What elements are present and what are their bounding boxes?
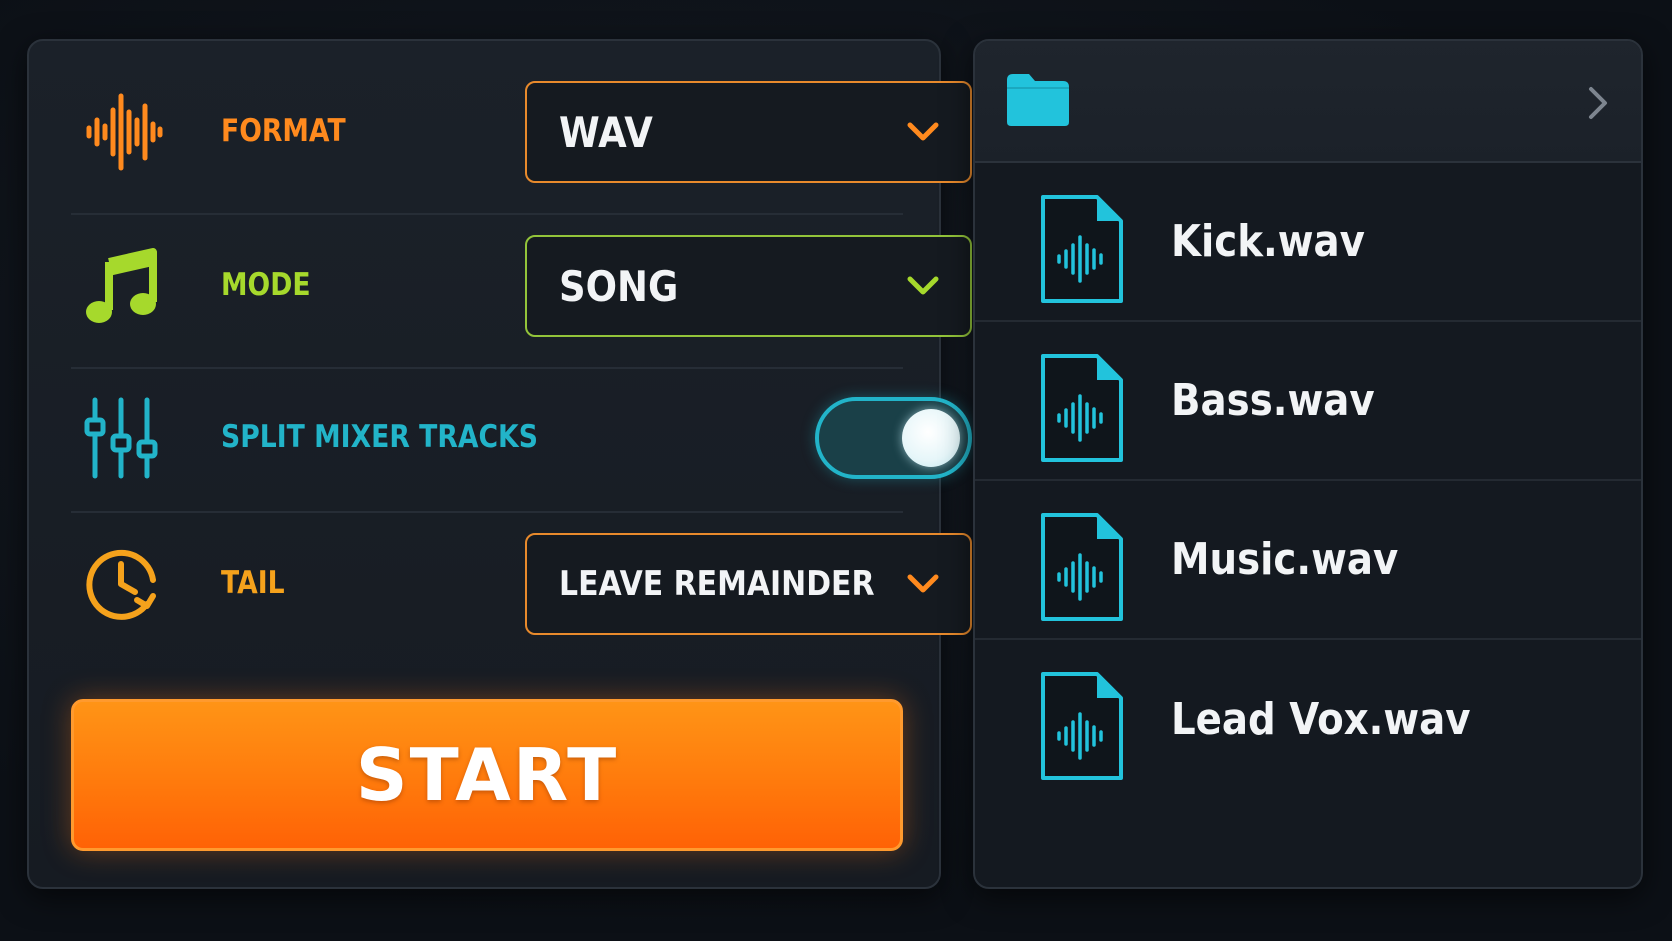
tail-label: TAIL <box>221 565 285 601</box>
export-settings-panel: FORMAT WAV MODE SONG SPLIT MIXER TRACKS … <box>27 39 972 889</box>
folder-icon[interactable] <box>1005 72 1071 128</box>
split-mixer-tracks-row: SPLIT MIXER TRACKS <box>71 393 972 483</box>
file-list: Kick.wav Bass.wav Music.wav Lead Vox.wav <box>975 163 1641 799</box>
tail-row: TAIL LEAVE REMAINDER <box>71 533 972 635</box>
format-dropdown[interactable]: WAV <box>525 81 972 183</box>
file-browser-header <box>975 41 1641 163</box>
mode-row: MODE SONG <box>71 235 972 337</box>
row-divider <box>71 367 903 369</box>
tail-value: LEAVE REMAINDER <box>559 564 875 604</box>
audio-file-icon <box>1039 511 1125 623</box>
audio-file-icon <box>1039 193 1125 305</box>
file-item[interactable]: Kick.wav <box>975 163 1641 322</box>
file-browser-panel: Kick.wav Bass.wav Music.wav Lead Vox.wav <box>973 39 1643 889</box>
file-item[interactable]: Lead Vox.wav <box>975 640 1641 799</box>
format-row: FORMAT WAV <box>71 81 972 183</box>
mode-label: MODE <box>221 267 311 303</box>
split-mixer-tracks-label: SPLIT MIXER TRACKS <box>221 419 538 455</box>
split-mixer-tracks-toggle[interactable] <box>815 397 972 479</box>
audio-file-icon <box>1039 670 1125 782</box>
audio-file-icon <box>1039 352 1125 464</box>
render-export-screen: FORMAT WAV MODE SONG SPLIT MIXER TRACKS … <box>0 0 1672 941</box>
row-divider <box>71 511 903 513</box>
file-item[interactable]: Bass.wav <box>975 322 1641 481</box>
file-name: Lead Vox.wav <box>1171 694 1471 745</box>
mode-dropdown[interactable]: SONG <box>525 235 972 337</box>
file-name: Bass.wav <box>1171 375 1375 426</box>
format-value: WAV <box>559 107 653 157</box>
format-label: FORMAT <box>221 113 346 149</box>
file-item[interactable]: Music.wav <box>975 481 1641 640</box>
chevron-down-icon <box>906 573 940 595</box>
chevron-down-icon <box>906 121 940 143</box>
toggle-knob <box>902 409 960 467</box>
file-name: Kick.wav <box>1171 216 1365 267</box>
music-note-icon <box>81 244 165 328</box>
start-button[interactable]: START <box>71 699 903 851</box>
tail-dropdown[interactable]: LEAVE REMAINDER <box>525 533 972 635</box>
clock-icon <box>81 542 165 626</box>
chevron-right-icon[interactable] <box>1587 85 1609 121</box>
start-button-label: START <box>355 733 619 817</box>
mixer-sliders-icon <box>81 396 165 480</box>
chevron-down-icon <box>906 275 940 297</box>
file-name: Music.wav <box>1171 534 1399 585</box>
waveform-icon <box>81 90 165 174</box>
row-divider <box>71 213 903 215</box>
mode-value: SONG <box>559 261 679 311</box>
